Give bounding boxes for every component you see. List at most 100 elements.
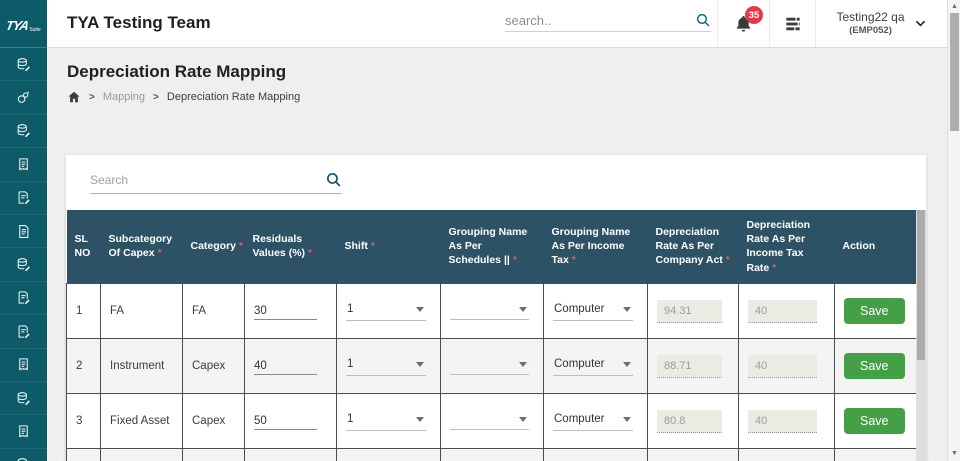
residuals-input[interactable] (254, 303, 317, 320)
grouping-schedules-select[interactable] (450, 358, 529, 375)
sidebar-item-8[interactable] (0, 282, 47, 315)
app-root: TYA Suite TYA Testing Team 35 (0, 0, 960, 461)
grouping-income-tax-select[interactable]: Computer (553, 356, 633, 376)
shift-select[interactable]: 1 (346, 411, 426, 431)
residuals-input[interactable] (254, 358, 317, 375)
sidebar-item-11[interactable] (0, 382, 47, 415)
logo[interactable]: TYA Suite (0, 0, 47, 48)
receipt-icon (16, 157, 31, 172)
sidebar-item-12[interactable] (0, 415, 47, 448)
apps-menu-button[interactable] (769, 0, 815, 47)
sidebar-item-2[interactable] (0, 81, 47, 114)
sidebar-item-3[interactable] (0, 115, 47, 148)
sidebar-item-1[interactable] (0, 48, 47, 81)
shift-select[interactable]: 1 (346, 356, 426, 376)
sidebar-item-9[interactable] (0, 315, 47, 348)
caret-down-icon (416, 307, 424, 312)
caret-down-icon (416, 362, 424, 367)
user-menu[interactable]: Testing22 qa (EMP052) (815, 0, 947, 47)
caret-down-icon (519, 307, 527, 312)
dep-income-tax-input (748, 410, 817, 433)
table-header-row: SL NO Subcategory Of Capex* Category* Re… (67, 210, 917, 284)
page-scrollbar[interactable]: ▲ ▼ (947, 0, 960, 461)
cell-subcategory: Instrument (101, 339, 183, 394)
col-action: Action (835, 210, 917, 284)
caret-down-icon (519, 417, 527, 422)
col-dep-company-act: Depreciation Rate As Per Company Act* (648, 210, 739, 284)
sidebar-item-13[interactable] (0, 449, 47, 461)
table-row: 3 Fixed Asset Capex 1 Computer Save (67, 394, 917, 449)
logo-text: TYA (5, 18, 30, 33)
database-edit-icon (16, 457, 31, 461)
cell-category: FA (183, 449, 245, 461)
mapping-table: SL NO Subcategory Of Capex* Category* Re… (66, 210, 916, 461)
cell-subcategory: FA (101, 284, 183, 339)
page-scrollbar-thumb[interactable] (950, 13, 959, 131)
table-scrollbar-thumb[interactable] (917, 210, 925, 360)
scroll-up-arrow[interactable]: ▲ (948, 0, 960, 12)
table-search (90, 171, 342, 194)
sidebar-item-7[interactable] (0, 248, 47, 281)
caret-down-icon (623, 307, 631, 312)
table-search-input[interactable] (90, 173, 325, 187)
sidebar-item-10[interactable] (0, 349, 47, 382)
file-edit-icon (16, 190, 31, 205)
cell-sl: 1 (67, 284, 101, 339)
mapping-card: SL NO Subcategory Of Capex* Category* Re… (66, 155, 926, 461)
grouping-schedules-select[interactable] (450, 303, 529, 320)
dep-company-act-input (657, 410, 722, 433)
breadcrumb-current: Depreciation Rate Mapping (167, 91, 300, 103)
dep-income-tax-input (748, 355, 817, 378)
cell-category: Capex (183, 339, 245, 394)
caret-down-icon (623, 417, 631, 422)
database-edit-icon (16, 57, 31, 72)
topbar: TYA Testing Team 35 Testing22 qa (EMP052… (47, 0, 947, 48)
sidebar-item-6[interactable] (0, 215, 47, 248)
sidebar-item-4[interactable] (0, 148, 47, 181)
sidebar-item-5[interactable] (0, 182, 47, 215)
grouping-income-tax-select[interactable]: Computer (553, 301, 633, 321)
col-sl-no: SL NO (67, 210, 101, 284)
breadcrumb-mapping[interactable]: Mapping (103, 91, 145, 103)
search-icon[interactable] (695, 12, 711, 28)
home-icon[interactable] (67, 90, 81, 104)
save-button[interactable]: Save (844, 298, 905, 324)
scroll-down-arrow[interactable]: ▼ (948, 447, 960, 459)
notifications-button[interactable]: 35 (717, 0, 769, 47)
coins-icon (16, 90, 31, 105)
col-grouping-income-tax: Grouping Name As Per Income Tax* (544, 210, 648, 284)
database-edit-icon (16, 123, 31, 138)
save-button[interactable]: Save (844, 353, 905, 379)
grouping-income-tax-select[interactable]: Computer (553, 411, 633, 431)
shift-select[interactable]: 1 (346, 301, 426, 321)
col-category: Category* (183, 210, 245, 284)
user-id: (EMP052) (836, 25, 904, 37)
file-edit-icon (16, 324, 31, 339)
cell-category: Capex (183, 394, 245, 449)
table-row: 1 FA FA 1 Computer Save (67, 284, 917, 339)
col-dep-income-tax: Depreciation Rate As Per Income Tax Rate… (739, 210, 835, 284)
global-search (505, 12, 711, 32)
save-button[interactable]: Save (844, 408, 905, 434)
logo-suffix: Suite (29, 27, 40, 33)
file-edit-icon (16, 290, 31, 305)
cell-sl: 4 (67, 449, 101, 461)
user-info: Testing22 qa (EMP052) (836, 10, 904, 37)
file-lines-icon (16, 224, 31, 239)
residuals-input[interactable] (254, 413, 317, 430)
breadcrumb-separator: > (153, 92, 159, 103)
table-row: 4 book ertot FA 1 Save (67, 449, 917, 461)
caret-down-icon (623, 362, 631, 367)
table-scrollbar[interactable] (916, 210, 926, 461)
database-edit-icon (16, 257, 31, 272)
cell-subcategory: book ertot (101, 449, 183, 461)
breadcrumb-separator: > (89, 92, 95, 103)
global-search-input[interactable] (505, 13, 695, 28)
grouping-schedules-select[interactable] (450, 413, 529, 430)
search-icon[interactable] (325, 171, 342, 188)
cell-sl: 2 (67, 339, 101, 394)
cell-subcategory: Fixed Asset (101, 394, 183, 449)
col-subcategory: Subcategory Of Capex* (101, 210, 183, 284)
table-row: 2 Instrument Capex 1 Computer Save (67, 339, 917, 394)
col-grouping-schedules: Grouping Name As Per Schedules ||* (441, 210, 544, 284)
